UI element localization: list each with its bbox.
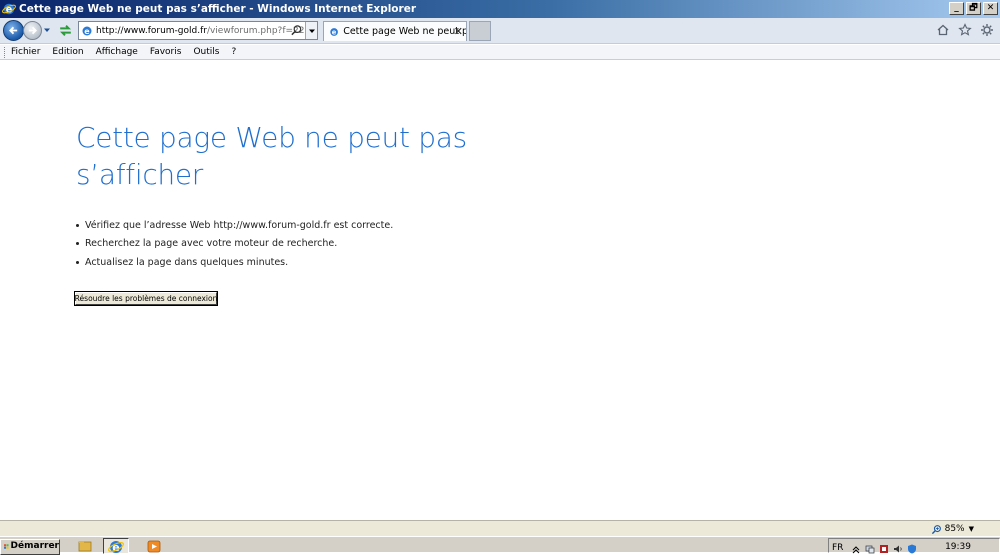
- zoom-icon: [931, 524, 941, 534]
- chevron-down-icon: ▼: [968, 525, 974, 533]
- clock: 19:39: [945, 542, 971, 552]
- url-host: http://www.forum-gold.fr: [96, 25, 207, 36]
- taskbar: Démarrer e FR 19:39: [0, 536, 1000, 555]
- chevron-up-icon[interactable]: [851, 544, 861, 554]
- menu-fichier[interactable]: Fichier: [11, 47, 40, 57]
- error-title: Cette page Web ne peut pas s’afficher: [76, 121, 467, 191]
- history-dropdown-icon[interactable]: [43, 26, 51, 34]
- back-button[interactable]: [3, 20, 24, 41]
- favorites-star-icon[interactable]: [958, 23, 972, 37]
- page-icon: e: [82, 26, 92, 36]
- window-title: Cette page Web ne peut pas s’afficher - …: [19, 3, 417, 15]
- svg-text:e: e: [84, 27, 90, 36]
- suggestion-text: Actualisez la page dans quelques minutes…: [85, 256, 289, 268]
- suggestion-item: Vérifiez que l’adresse Web http://www.fo…: [76, 216, 393, 235]
- network-icon[interactable]: [865, 544, 875, 554]
- home-icon[interactable]: [936, 23, 950, 37]
- restore-button[interactable]: 🗗: [966, 2, 981, 15]
- gear-icon[interactable]: [980, 23, 994, 37]
- search-icon[interactable]: [290, 24, 303, 37]
- bullet-icon: [76, 260, 79, 264]
- page-content: Cette page Web ne peut pas s’afficher Vé…: [0, 61, 1000, 520]
- bullet-icon: [76, 242, 79, 246]
- internet-explorer-icon: e: [2, 3, 16, 16]
- arrow-right-icon: [28, 26, 38, 35]
- windows-flag-icon: [4, 544, 9, 549]
- toolbar-grip: [4, 46, 6, 58]
- tab-title: Cette page Web ne peut pas...: [343, 26, 466, 37]
- start-button[interactable]: Démarrer: [0, 539, 60, 555]
- zoom-level: 85%: [944, 524, 965, 534]
- suggestion-item: Actualisez la page dans quelques minutes…: [76, 253, 393, 272]
- tab-active[interactable]: e Cette page Web ne peut pas... ✕: [323, 21, 467, 41]
- internet-explorer-icon: e: [108, 541, 124, 554]
- suggestion-text: Recherchez la page avec votre moteur de …: [85, 238, 338, 250]
- new-tab-button[interactable]: [469, 21, 491, 41]
- address-bar[interactable]: e http://www.forum-gold.fr/viewforum.php…: [78, 21, 318, 40]
- status-bar: 85% ▼: [0, 520, 1000, 536]
- bullet-icon: [76, 223, 79, 227]
- menu-bar: Fichier Edition Affichage Favoris Outils…: [0, 45, 1000, 60]
- menu-edition[interactable]: Edition: [52, 47, 83, 57]
- menu-affichage[interactable]: Affichage: [96, 47, 138, 57]
- page-icon: e: [330, 27, 338, 36]
- refresh-icon[interactable]: [57, 22, 74, 39]
- zoom-control[interactable]: 85% ▼: [931, 522, 974, 536]
- suggestion-text: Vérifiez que l’adresse Web http://www.fo…: [85, 219, 394, 231]
- window-controls: _ 🗗 ✕: [949, 2, 998, 15]
- command-icons: [936, 23, 994, 37]
- menu-favoris[interactable]: Favoris: [150, 47, 182, 57]
- menu-outils[interactable]: Outils: [193, 47, 219, 57]
- close-button[interactable]: ✕: [983, 2, 998, 15]
- fix-connection-button[interactable]: Résoudre les problèmes de connexion: [74, 291, 218, 306]
- volume-icon[interactable]: [893, 544, 903, 554]
- address-dropdown-button[interactable]: [305, 22, 317, 39]
- suggestion-list: Vérifiez que l’adresse Web http://www.fo…: [76, 216, 393, 272]
- svg-text:e: e: [332, 28, 337, 36]
- menu-help[interactable]: ?: [231, 47, 236, 57]
- tray-app-icon[interactable]: [879, 544, 889, 554]
- start-label: Démarrer: [10, 541, 59, 551]
- forward-button[interactable]: [23, 21, 42, 40]
- navigation-bar: e http://www.forum-gold.fr/viewforum.php…: [0, 18, 1000, 44]
- tab-close-icon[interactable]: ✕: [454, 25, 463, 38]
- suggestion-item: Recherchez la page avec votre moteur de …: [76, 235, 393, 254]
- window-titlebar: e Cette page Web ne peut pas s’afficher …: [0, 0, 1000, 18]
- system-tray: FR 19:39: [828, 538, 1000, 554]
- chevron-down-icon: [309, 29, 315, 33]
- minimize-button[interactable]: _: [949, 2, 964, 15]
- shield-icon[interactable]: [907, 544, 917, 554]
- arrow-left-icon: [8, 26, 18, 35]
